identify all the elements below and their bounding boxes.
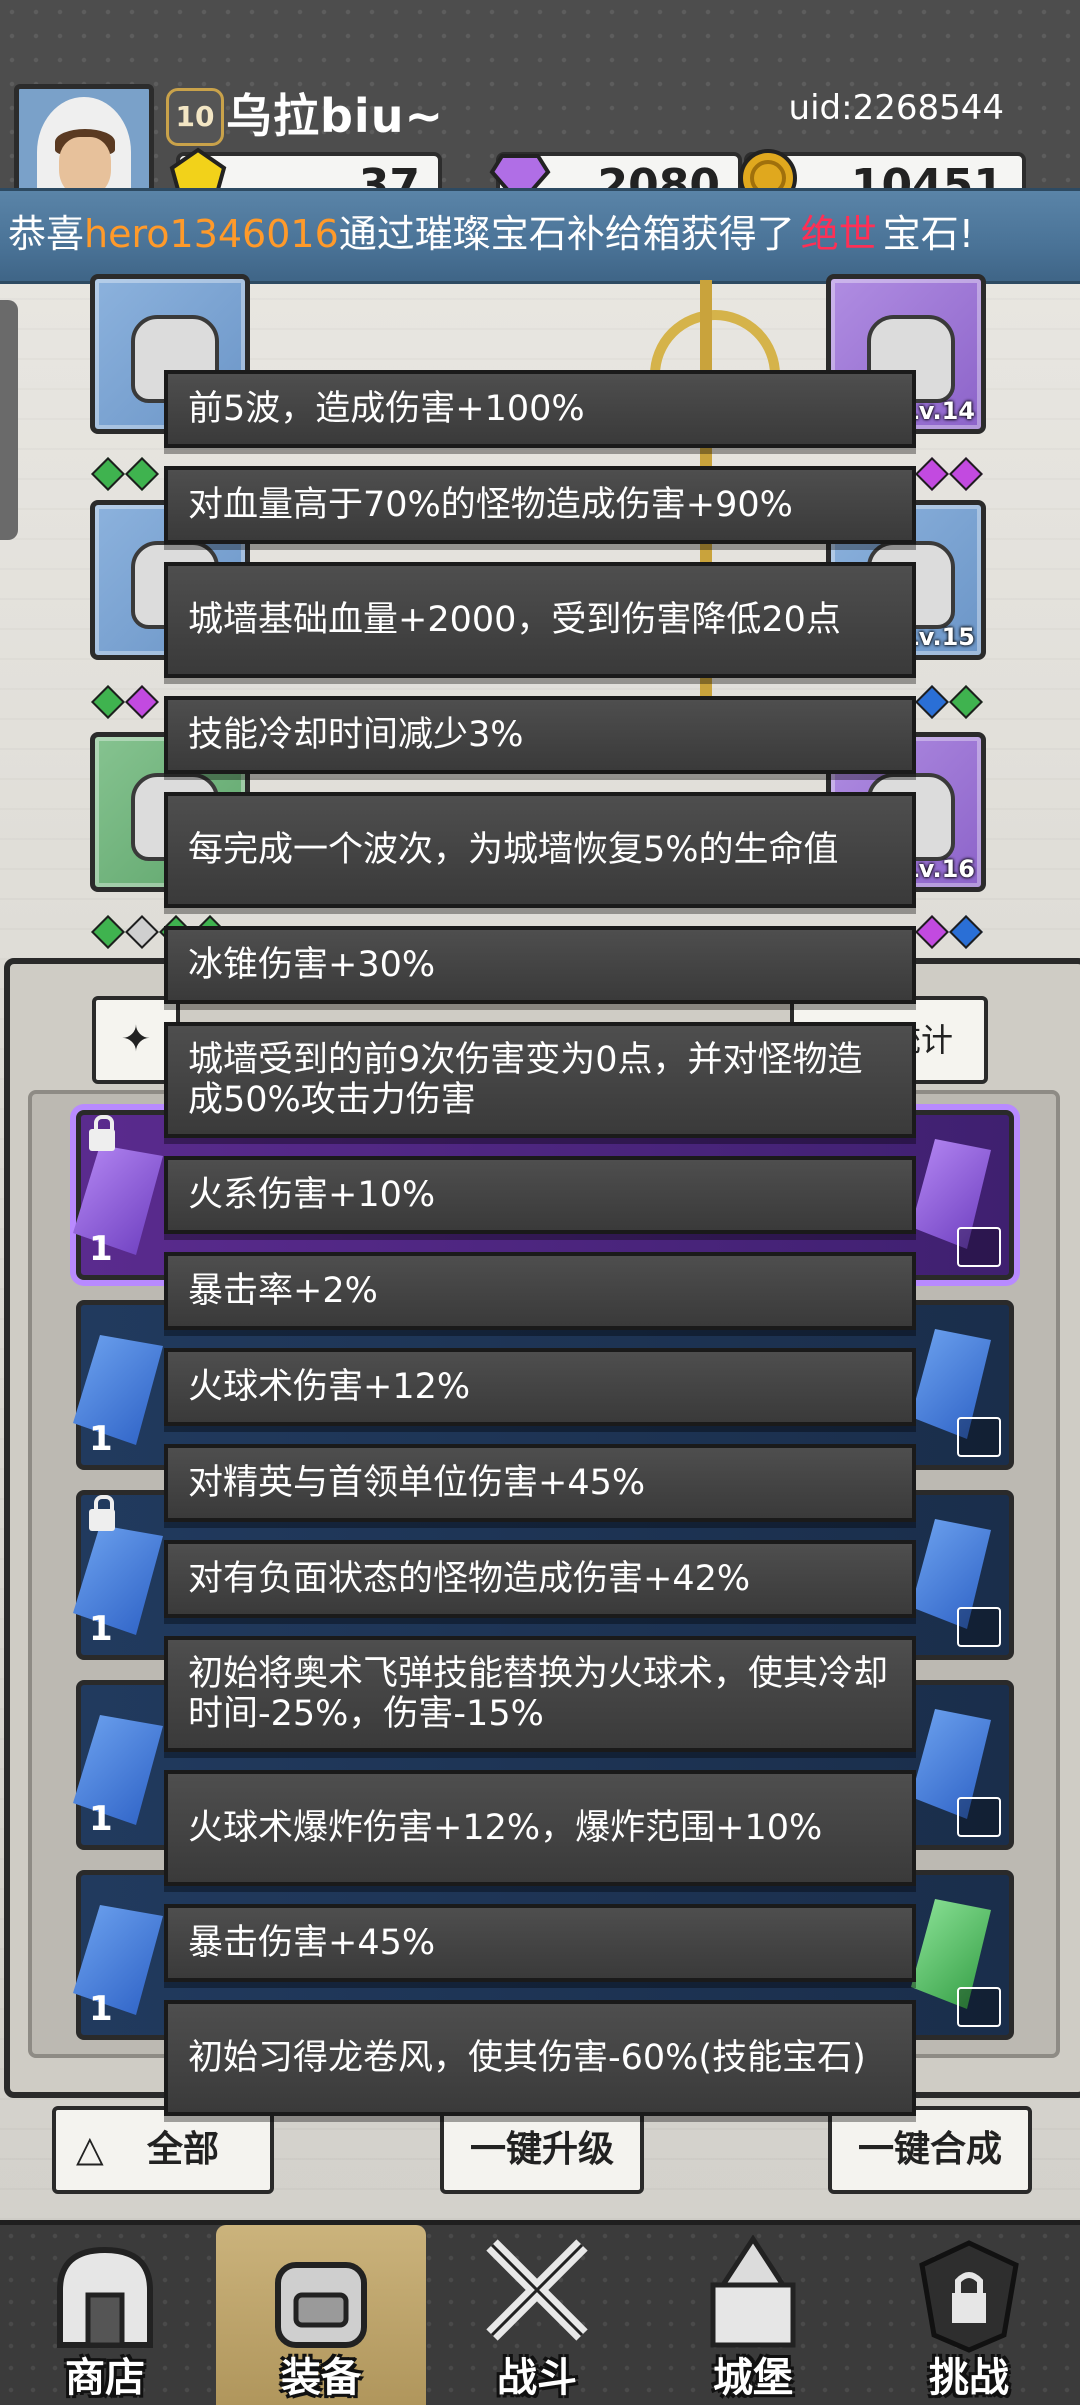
effect-line: 初始习得龙卷风，使其伤害-60%(技能宝石) [164,2000,916,2116]
effect-line: 火球术爆炸伤害+12%，爆炸范围+10% [164,1770,916,1886]
ring-gem-sockets [915,685,983,719]
player-name: 乌拉biu~ [226,89,444,143]
marquee-player: hero1346016 [84,212,339,256]
necklace-gem-sockets [915,915,983,949]
nav-shop-label: 商店 [65,2355,145,2401]
effect-line: 火球术伤害+12% [164,1348,916,1426]
tshirt-icon: ✦ [120,1019,152,1060]
effect-line: 初始将奥术飞弹技能替换为火球术，使其冷却时间-25%，伤害-15% [164,1636,916,1752]
shop-icon [57,2246,153,2348]
boots-type-icon [957,1607,1001,1647]
gem-count: 1 [89,1609,113,1649]
backpack-icon [275,2262,367,2348]
effect-line: 对血量高于70%的怪物造成伤害+90% [164,466,916,544]
effect-line: 城墙受到的前9次伤害变为0点，并对怪物造成50%攻击力伤害 [164,1022,916,1138]
gem-count: 1 [89,1419,113,1459]
effect-line: 对有负面状态的怪物造成伤害+42% [164,1540,916,1618]
effect-line: 对精英与首领单位伤害+45% [164,1444,916,1522]
lock-icon [89,1115,115,1151]
gem-crystal-icon [73,1145,163,1255]
nav-battle-label: 战斗 [497,2355,577,2401]
armor-gem-sockets [91,685,159,719]
player-level-badge: 10 [166,88,224,146]
effect-line: 技能冷却时间减少3% [164,696,916,774]
effect-line: 冰锥伤害+30% [164,926,916,1004]
nav-equipment[interactable]: 装备 [216,2225,426,2405]
nav-challenge-label: 挑战 [929,2355,1009,2401]
announcement-marquee: 恭喜hero1346016通过璀璨宝石补给箱获得了 绝世 宝石! [0,188,1080,284]
marquee-suffix: 宝石! [882,212,975,256]
effect-line: 前5波，造成伤害+100% [164,370,916,448]
side-drawer-tab[interactable] [0,300,18,540]
gem-crystal-icon [73,1715,163,1825]
crossed-swords-icon [486,2239,588,2341]
gem-crystal-icon [73,1905,163,2015]
helmet-gem-sockets [91,457,159,491]
nav-equipment-label: 装备 [281,2355,361,2401]
gem-count: 1 [89,1989,113,2029]
bottom-navigation: 商店 装备 战斗 城堡 挑战 [0,2220,1080,2405]
weapon-type-icon [957,1987,1001,2027]
gem-crystal-icon [73,1335,163,1445]
marquee-middle: 通过璀璨宝石补给箱获得了 [338,212,795,256]
helmet-type-icon [957,1797,1001,1837]
nav-challenge[interactable]: 挑战 [864,2225,1074,2405]
effect-line: 火系伤害+10% [164,1156,916,1234]
nav-castle[interactable]: 城堡 [648,2225,858,2405]
marquee-prefix: 恭喜 [8,212,85,256]
nav-battle[interactable]: 战斗 [432,2225,642,2405]
effect-line: 暴击率+2% [164,1252,916,1330]
triangle-up-icon: △ [76,2129,104,2170]
lock-icon [89,1495,115,1531]
gem-crystal-icon [73,1525,163,1635]
effect-line: 暴击伤害+45% [164,1904,916,1982]
nav-shop[interactable]: 商店 [0,2225,210,2405]
merge-all-button[interactable]: 一键合成 [828,2106,1032,2194]
castle-icon [710,2235,796,2348]
weapon-gem-sockets [915,457,983,491]
player-uid: uid:2268544 [788,88,1004,128]
marquee-quality: 绝世 [800,212,877,256]
necklace-type-icon [957,1227,1001,1267]
gem-count: 1 [89,1799,113,1839]
armor-type-icon [957,1417,1001,1457]
gem-count: 1 [89,1229,113,1269]
effect-line: 城墙基础血量+2000，受到伤害降低20点 [164,562,916,678]
effect-line: 每完成一个波次，为城墙恢复5%的生命值 [164,792,916,908]
filter-label: 全部 [146,2129,219,2170]
upgrade-all-button[interactable]: 一键升级 [440,2106,644,2194]
locked-challenge-icon [919,2240,1019,2353]
filter-all-button[interactable]: △ 全部 [52,2106,274,2194]
nav-castle-label: 城堡 [713,2355,793,2401]
